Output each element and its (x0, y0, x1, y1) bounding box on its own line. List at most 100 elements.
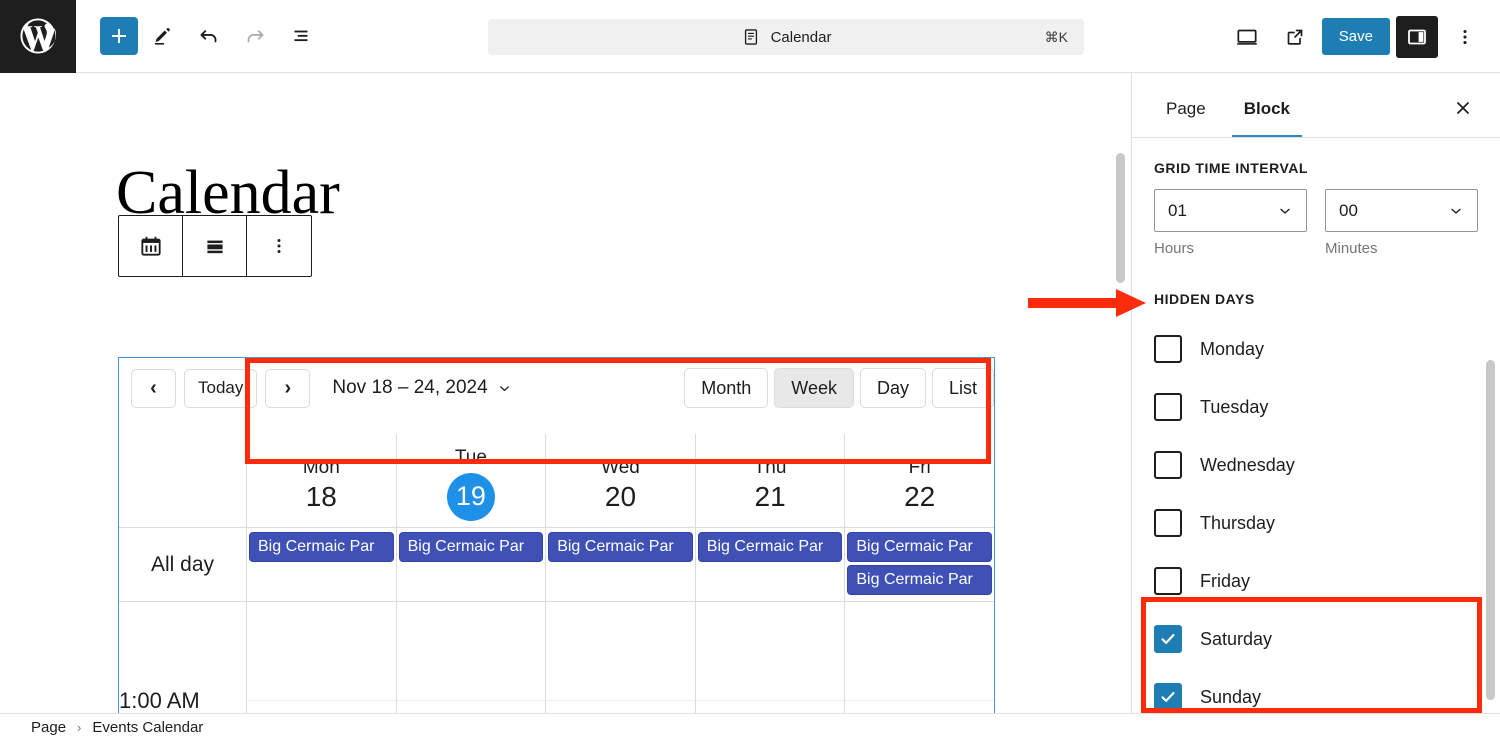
checkbox-unchecked-icon[interactable] (1154, 567, 1182, 595)
event-chip[interactable]: Big Cermaic Par (249, 532, 394, 562)
slot-cell[interactable] (844, 602, 994, 701)
hidden-day-friday[interactable]: Friday (1154, 552, 1478, 610)
hidden-day-thursday[interactable]: Thursday (1154, 494, 1478, 552)
slot-cell[interactable] (694, 602, 845, 701)
calendar-view-switcher: Month Week Day List (684, 368, 994, 408)
event-chip[interactable]: Big Cermaic Par (548, 532, 693, 562)
breadcrumb-current[interactable]: Events Calendar (92, 719, 203, 736)
hidden-day-wednesday[interactable]: Wednesday (1154, 436, 1478, 494)
checkbox-unchecked-icon[interactable] (1154, 451, 1182, 479)
hidden-day-tuesday[interactable]: Tuesday (1154, 378, 1478, 436)
block-align-button[interactable] (183, 216, 247, 276)
calendar-block-icon (140, 236, 161, 256)
day-number: 20 (604, 480, 637, 512)
calendar-day-header-fri[interactable]: Fri 22 (844, 434, 994, 527)
canvas-scrollbar[interactable] (1116, 153, 1125, 283)
undo-button[interactable] (188, 15, 230, 57)
command-search-content: Calendar (741, 27, 832, 47)
page-icon (744, 29, 757, 45)
calendar-view-list[interactable]: List (931, 368, 994, 408)
tools-button[interactable] (142, 15, 184, 57)
calendar-day-header-thu[interactable]: Thu 21 (694, 434, 845, 527)
wordpress-logo-button[interactable] (0, 0, 76, 73)
slot-cell[interactable] (545, 701, 695, 713)
undo-arrow-icon (200, 30, 217, 43)
chevron-down-icon (1280, 208, 1290, 214)
sidebar-scrollbar[interactable] (1486, 360, 1495, 700)
checkbox-unchecked-icon[interactable] (1154, 335, 1182, 363)
day-name: Fri (908, 456, 931, 478)
calendar-next-button[interactable]: › (265, 368, 311, 408)
breadcrumb-root[interactable]: Page (31, 719, 66, 736)
calendar-prev-button[interactable]: ‹ (131, 368, 176, 408)
hidden-day-label: Monday (1200, 338, 1265, 359)
slot-cell[interactable] (246, 602, 396, 701)
hidden-day-monday[interactable]: Monday (1154, 320, 1478, 378)
day-name: Mon (302, 456, 340, 478)
view-site-button[interactable] (1274, 16, 1316, 58)
tab-page[interactable]: Page (1154, 99, 1218, 137)
minutes-select[interactable]: 00 (1325, 189, 1478, 232)
minutes-value: 00 (1339, 200, 1358, 220)
event-chip[interactable]: Big Cermaic Par (398, 532, 544, 562)
time-slot-label-wrap: 1:00 AM (119, 602, 246, 713)
editor-options-button[interactable] (1444, 16, 1486, 58)
wordpress-block-editor: Calendar ⌘K Save Calendar ‹ Today › Nov … (0, 0, 1500, 740)
block-more-options-button[interactable] (247, 216, 311, 276)
slot-cell[interactable] (545, 602, 695, 701)
chevron-down-icon (499, 385, 509, 391)
command-search-bar[interactable]: Calendar ⌘K (488, 19, 1084, 55)
add-block-button[interactable] (100, 17, 138, 55)
hidden-day-saturday[interactable]: Saturday (1154, 610, 1478, 668)
events-calendar-block[interactable]: ‹ Today › Nov 18 – 24, 2024 Month Week D… (118, 357, 995, 713)
tab-block[interactable]: Block (1231, 99, 1302, 137)
checkbox-checked-icon[interactable] (1154, 625, 1182, 653)
hidden-day-label: Thursday (1200, 512, 1276, 533)
event-chip[interactable]: Big Cermaic Par (847, 565, 992, 595)
calendar-date-range[interactable]: Nov 18 – 24, 2024 (332, 377, 511, 399)
command-search-value: Calendar (770, 28, 832, 46)
device-preview-button[interactable] (1226, 16, 1268, 58)
calendar-view-day[interactable]: Day (859, 368, 926, 408)
calendar-day-header-mon[interactable]: Mon 18 (246, 434, 396, 527)
slot-cell[interactable] (246, 701, 396, 713)
hidden-days-label: Hidden Days (1154, 291, 1255, 307)
checkmark-icon (1161, 692, 1175, 702)
allday-column-thu[interactable]: Big Cermaic Par (694, 528, 845, 601)
allday-column-tue[interactable]: Big Cermaic Par (395, 528, 546, 601)
checkmark-icon (1161, 634, 1175, 644)
event-chip[interactable]: Big Cermaic Par (697, 532, 843, 562)
calendar-view-month[interactable]: Month (684, 368, 769, 408)
settings-sidebar-toggle[interactable] (1396, 15, 1438, 58)
document-overview-button[interactable] (280, 15, 322, 57)
save-button[interactable]: Save (1321, 18, 1390, 55)
slot-cell[interactable] (395, 602, 546, 701)
checkbox-unchecked-icon[interactable] (1154, 393, 1182, 421)
top-bar-right-tools: Save (1226, 0, 1486, 73)
slot-cell[interactable] (694, 701, 845, 713)
chevron-down-icon (1451, 208, 1461, 214)
calendar-day-header-wed[interactable]: Wed 20 (545, 434, 695, 527)
calendar-day-header-tue[interactable]: Tue 19 (395, 434, 546, 527)
sidebar-panel-icon (1408, 29, 1426, 44)
calendar-range-label: Nov 18 – 24, 2024 (332, 377, 488, 398)
checkbox-unchecked-icon[interactable] (1154, 509, 1182, 537)
close-sidebar-button[interactable] (1446, 91, 1480, 125)
slot-cell[interactable] (395, 701, 546, 713)
hours-select[interactable]: 01 (1154, 189, 1307, 232)
block-type-button[interactable] (119, 216, 183, 276)
event-chip[interactable]: Big Cermaic Par (847, 532, 992, 562)
allday-column-fri[interactable]: Big Cermaic Par Big Cermaic Par (844, 528, 994, 601)
slot-cell[interactable] (844, 701, 994, 713)
checkbox-checked-icon[interactable] (1154, 683, 1182, 711)
allday-column-wed[interactable]: Big Cermaic Par (545, 528, 695, 601)
redo-button[interactable] (234, 15, 276, 57)
calendar-slot-row-2am: 2:00 AM (119, 701, 994, 713)
calendar-today-button[interactable]: Today (184, 368, 258, 408)
calendar-view-week[interactable]: Week (774, 368, 854, 408)
hidden-day-label: Sunday (1200, 686, 1262, 707)
allday-column-mon[interactable]: Big Cermaic Par (246, 528, 396, 601)
wordpress-logo-icon (20, 18, 57, 54)
grid-time-interval-label: Grid Time Interval (1154, 160, 1308, 176)
align-center-icon (206, 240, 223, 254)
